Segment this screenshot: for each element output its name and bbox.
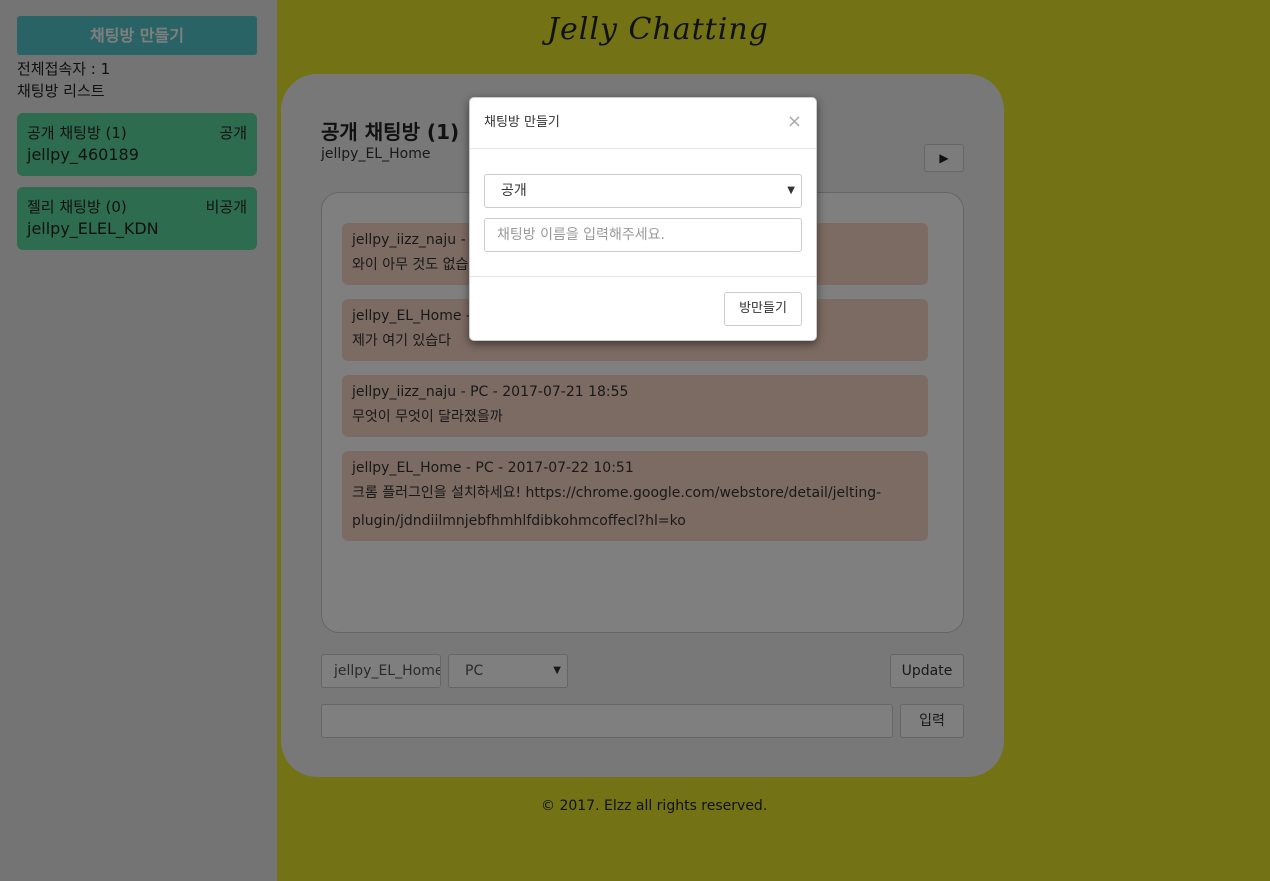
visibility-select[interactable]: 공개 ▼ (484, 174, 802, 208)
room-name-input[interactable]: 채팅방 이름을 입력해주세요. (484, 218, 802, 252)
close-icon[interactable]: × (787, 112, 802, 132)
modal-footer: 방만들기 (470, 277, 816, 341)
modal-body: 공개 ▼ 채팅방 이름을 입력해주세요. (470, 149, 816, 277)
modal-title: 채팅방 만들기 (484, 115, 560, 130)
create-room-submit-button[interactable]: 방만들기 (724, 292, 802, 326)
create-room-modal: 채팅방 만들기 × 공개 ▼ 채팅방 이름을 입력해주세요. 방만들기 (469, 97, 817, 341)
modal-header: 채팅방 만들기 × (470, 98, 816, 149)
visibility-value: 공개 (501, 183, 527, 199)
chevron-down-icon: ▼ (787, 185, 795, 196)
